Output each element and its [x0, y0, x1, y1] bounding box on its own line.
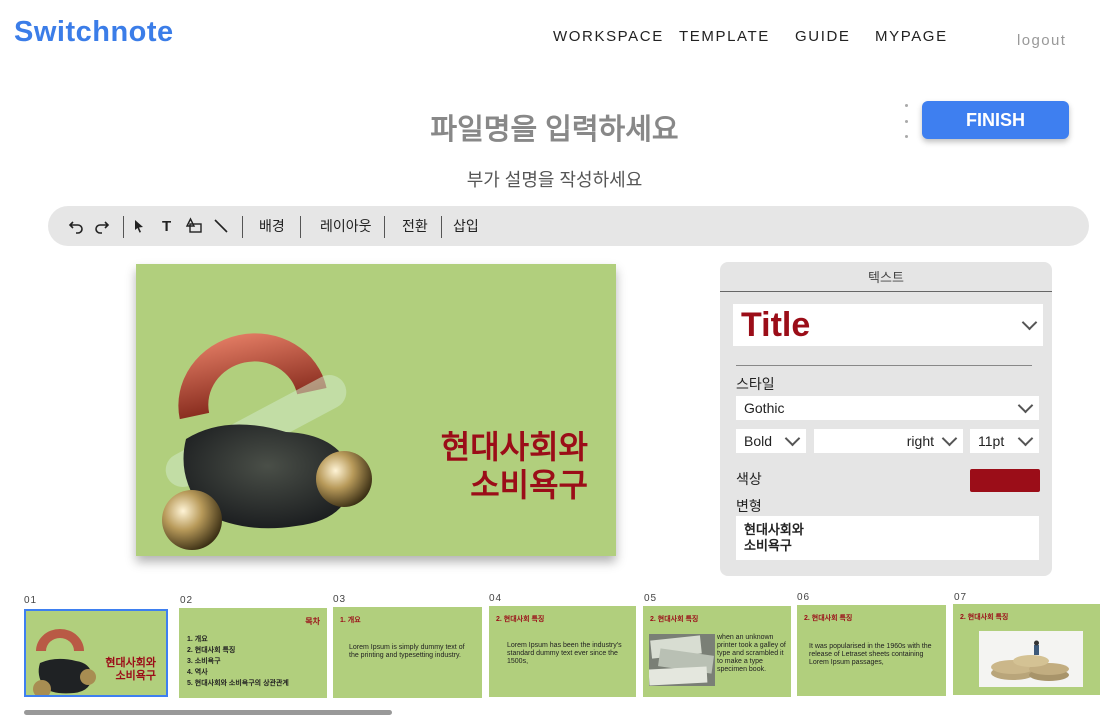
- menu-transition[interactable]: 전환: [402, 206, 428, 246]
- slide-number: 01: [24, 595, 38, 606]
- slide-number: 03: [333, 594, 347, 605]
- thumbnail-scrollbar[interactable]: [24, 710, 392, 715]
- chevron-down-icon: [1017, 430, 1034, 446]
- thumb-title: 현대사회와 소비욕구: [105, 657, 156, 682]
- font-family-value: Gothic: [744, 400, 785, 416]
- toolbar-divider: [242, 216, 243, 238]
- money-photo: [649, 634, 715, 686]
- menu-background[interactable]: 배경: [259, 206, 285, 246]
- text-properties-panel: 텍스트 Title 스타일 Gothic Bold right 11pt 색상 …: [720, 262, 1052, 576]
- text-content-input[interactable]: 현대사회와 소비욕구: [736, 516, 1039, 560]
- transform-label: 변형: [736, 498, 762, 514]
- thumb-item: 3. 소비욕구: [187, 658, 221, 665]
- text-icon[interactable]: T: [162, 206, 171, 246]
- font-weight-select[interactable]: Bold: [736, 429, 806, 453]
- thumb-heading: 2. 현대사회 특징: [960, 614, 1009, 621]
- nav-guide[interactable]: GUIDE: [795, 28, 851, 45]
- editor-toolbar: T 배경 레이아웃 전환 삽입: [48, 206, 1089, 246]
- slide-thumbnail-4[interactable]: 2. 현대사회 특징 Lorem Ipsum has been the indu…: [489, 606, 636, 697]
- text-align-select[interactable]: right: [814, 429, 963, 453]
- pointer-icon[interactable]: [132, 206, 146, 246]
- line-icon[interactable]: [212, 206, 230, 246]
- undo-icon[interactable]: [68, 206, 84, 246]
- chevron-down-icon: [1021, 314, 1038, 330]
- slide-thumbnail-7[interactable]: 2. 현대사회 특징: [953, 604, 1100, 695]
- thumb-heading: 2. 현대사회 특징: [650, 616, 699, 623]
- slide-number: 06: [797, 592, 811, 603]
- slide-thumbnail-2[interactable]: 목차 1. 개요 2. 현대사회 특징 3. 소비욕구 4. 역사 5. 현대사…: [179, 608, 327, 698]
- slide-thumbnail-strip: 01 현대사회와 소비욕구 02 목차 1. 개요 2. 현대사회 특징 3. …: [0, 592, 1109, 702]
- toolbar-divider: [384, 216, 385, 238]
- thumb-heading: 2. 현대사회 특징: [496, 616, 545, 623]
- coins-photo: [979, 631, 1083, 687]
- nav-mypage[interactable]: MYPAGE: [875, 28, 948, 45]
- thumb-body: when an unknown printer took a galley of…: [717, 634, 786, 673]
- thumb-heading: 목차: [305, 617, 320, 626]
- slide-number: 04: [489, 593, 503, 604]
- abstract-3d-illustration: [162, 333, 372, 550]
- preset-value: Title: [741, 305, 811, 344]
- finish-button[interactable]: FINISH: [922, 101, 1069, 139]
- thumb-item: 5. 현대사회와 소비욕구의 상관관계: [187, 680, 289, 687]
- menu-layout[interactable]: 레이아웃: [320, 206, 372, 246]
- font-size-value: 11pt: [978, 433, 1005, 449]
- nav-template[interactable]: TEMPLATE: [679, 28, 770, 45]
- menu-insert[interactable]: 삽입: [453, 206, 479, 246]
- thumb-body: It was popularised in the 1960s with the…: [809, 643, 932, 666]
- chevron-down-icon: [784, 430, 801, 446]
- text-align-value: right: [906, 433, 934, 449]
- tab-text[interactable]: 텍스트: [720, 262, 1052, 292]
- redo-icon[interactable]: [94, 206, 110, 246]
- slide-title-text[interactable]: 현대사회와 소비욕구: [441, 428, 588, 504]
- slide-number: 05: [644, 593, 658, 604]
- slide-thumbnail-3[interactable]: 1. 개요 Lorem Ipsum is simply dummy text o…: [333, 607, 482, 698]
- toolbar-divider: [300, 216, 301, 238]
- thumb-heading: 2. 현대사회 특징: [804, 615, 853, 622]
- slide-number: 07: [954, 592, 968, 603]
- nav-workspace[interactable]: WORKSPACE: [553, 28, 664, 45]
- toolbar-divider: [123, 216, 124, 238]
- thumb-heading: 1. 개요: [340, 617, 361, 624]
- toolbar-divider: [441, 216, 442, 238]
- font-weight-value: Bold: [744, 433, 773, 449]
- abstract-3d-illustration: [33, 629, 96, 695]
- app-logo[interactable]: Switchnote: [14, 16, 174, 49]
- shape-icon[interactable]: [185, 206, 203, 246]
- thumb-item: 4. 역사: [187, 669, 208, 676]
- chevron-down-icon: [941, 430, 958, 446]
- divider: [736, 365, 1032, 366]
- slide-number: 02: [180, 595, 194, 606]
- chevron-down-icon: [1017, 397, 1034, 413]
- thumb-body: Lorem Ipsum has been the industry's stan…: [507, 642, 622, 665]
- slide-canvas[interactable]: 현대사회와 소비욕구: [136, 264, 616, 556]
- slide-thumbnail-5[interactable]: 2. 현대사회 특징 when an unknown printer took …: [643, 606, 791, 697]
- thumb-item: 2. 현대사회 특징: [187, 647, 236, 654]
- text-preset-select[interactable]: Title: [733, 304, 1043, 346]
- more-options-icon[interactable]: [900, 104, 912, 138]
- slide-thumbnail-6[interactable]: 2. 현대사회 특징 It was popularised in the 196…: [797, 605, 946, 696]
- file-description-input[interactable]: 부가 설명을 작성하세요: [0, 166, 1109, 192]
- color-label: 색상: [736, 471, 762, 487]
- thumb-body: Lorem Ipsum is simply dummy text of the …: [349, 644, 465, 659]
- logout-link[interactable]: logout: [1017, 32, 1066, 49]
- color-swatch[interactable]: [970, 469, 1040, 492]
- slide-thumbnail-1[interactable]: 현대사회와 소비욕구: [24, 609, 168, 697]
- font-size-select[interactable]: 11pt: [970, 429, 1039, 453]
- font-family-select[interactable]: Gothic: [736, 396, 1039, 420]
- thumb-item: 1. 개요: [187, 636, 208, 643]
- style-label: 스타일: [736, 376, 775, 392]
